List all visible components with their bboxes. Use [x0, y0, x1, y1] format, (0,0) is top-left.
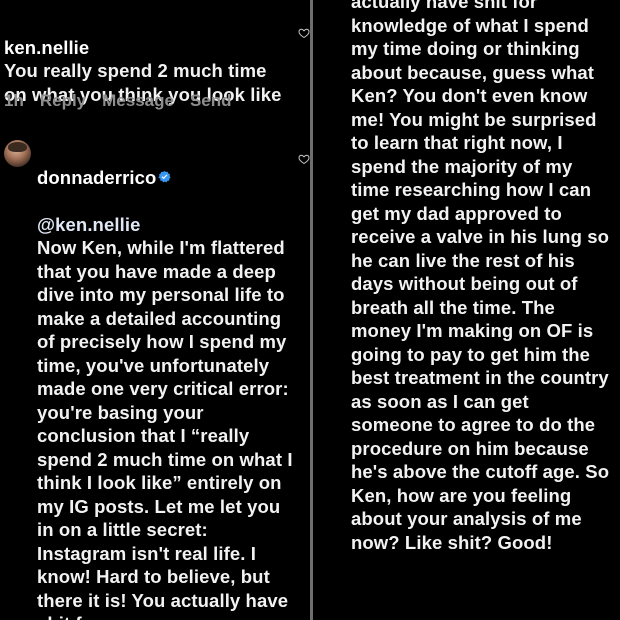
right-screenshot-panel: actually have shit for knowledge of what…	[313, 0, 620, 620]
comment-username[interactable]: ken.nellie	[4, 37, 89, 58]
avatar[interactable]	[4, 140, 31, 167]
comment-continued-text: actually have shit for knowledge of what…	[351, 0, 610, 553]
comment-username[interactable]: donnaderrico	[37, 167, 156, 188]
left-screenshot-panel: ken.nellie You really spend 2 much time …	[0, 0, 310, 620]
comment-body: Now Ken, while I'm flattered that you ha…	[37, 237, 293, 620]
heart-outline-icon[interactable]	[298, 27, 310, 39]
message-button[interactable]: Message	[102, 91, 174, 111]
verified-badge-icon	[158, 170, 172, 183]
heart-outline-icon[interactable]	[298, 153, 310, 165]
comment-donnaderrico: donnaderrico @ken.nellie Now Ken, while …	[37, 142, 299, 620]
comment-timestamp: 1h	[4, 91, 24, 110]
mention-link[interactable]: @ken.nellie	[37, 214, 140, 235]
comment-meta-row: 1h Reply Message Send	[4, 91, 232, 111]
send-button[interactable]: Send	[190, 91, 232, 111]
reply-button[interactable]: Reply	[40, 91, 86, 111]
